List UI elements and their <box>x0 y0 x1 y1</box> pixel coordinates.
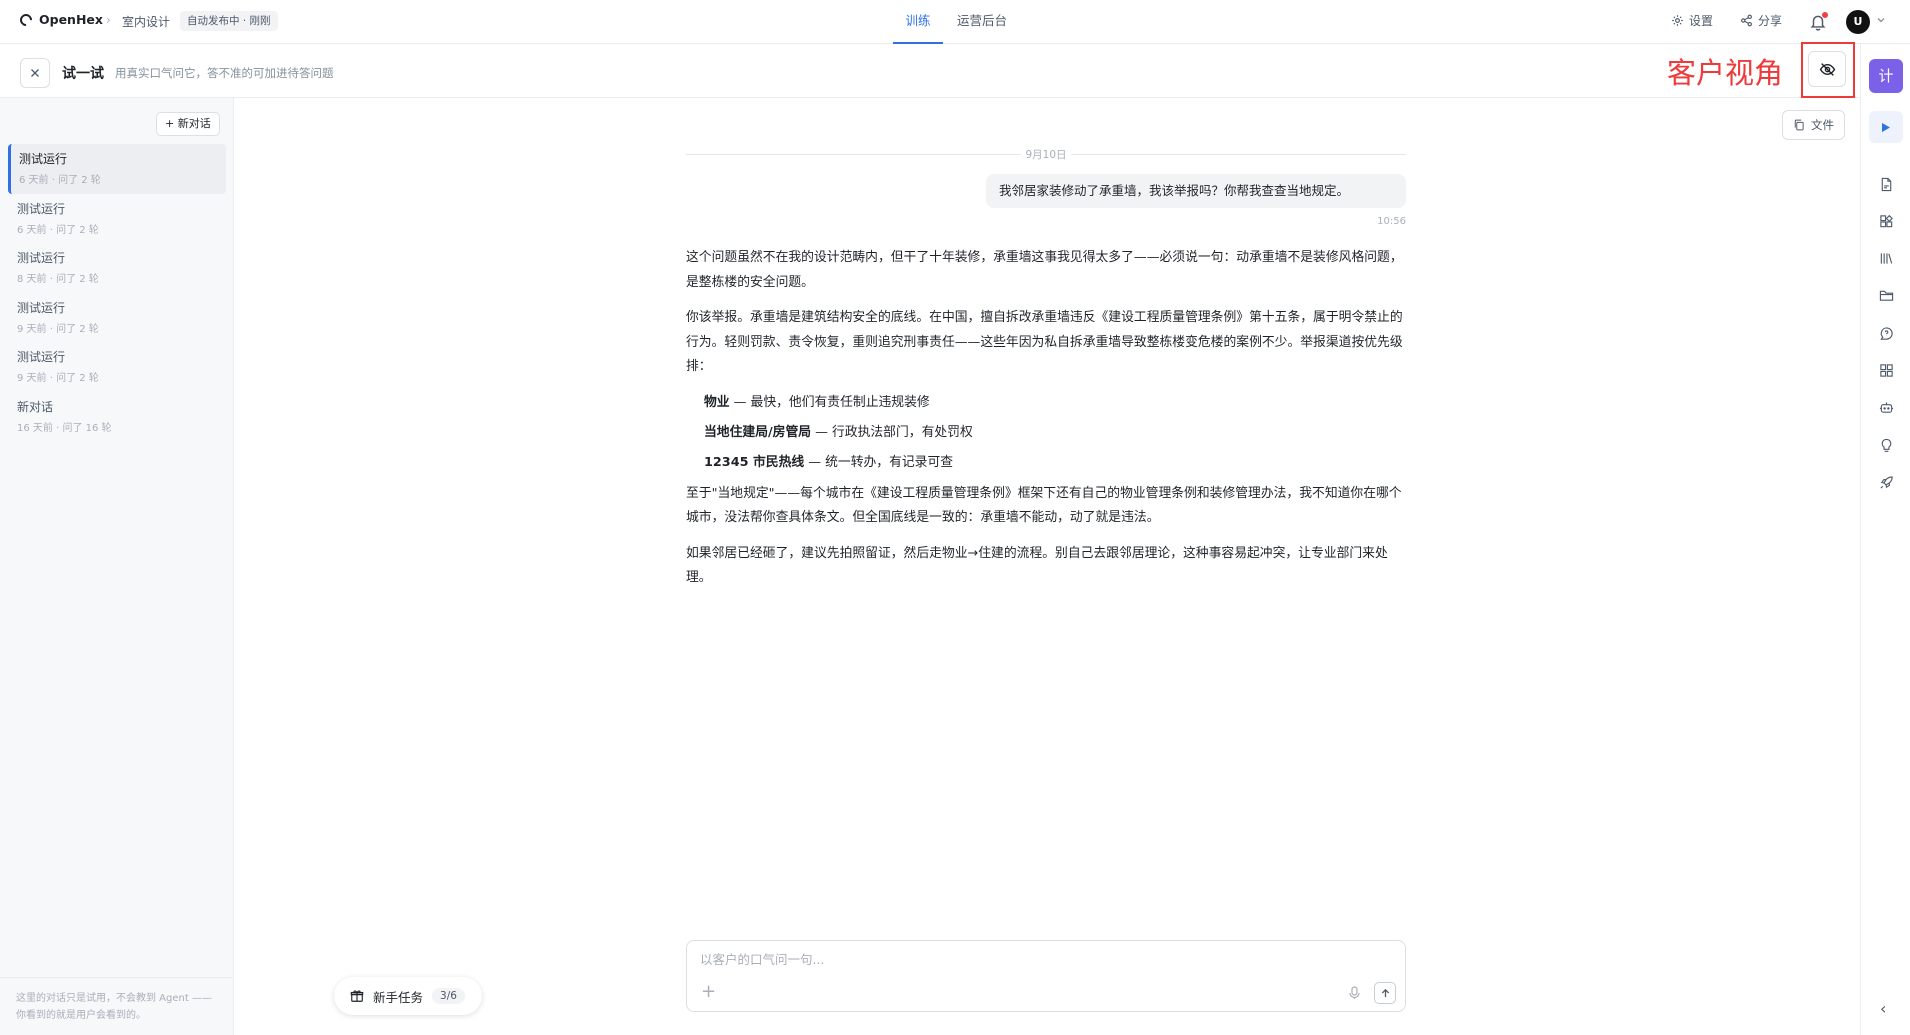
close-button[interactable] <box>20 58 50 88</box>
run-button[interactable] <box>1869 111 1903 143</box>
conversation-item[interactable]: 测试运行 6 天前 · 问了 2 轮 <box>8 194 226 244</box>
conversation-meta: 6 天前 · 问了 2 轮 <box>19 175 101 186</box>
eye-off-icon <box>1819 62 1835 76</box>
channel-name: 物业 <box>704 394 730 410</box>
conversation-sidebar: + 新对话 测试运行 6 天前 · 问了 2 轮 测试运行 6 天前 · 问了 … <box>0 98 234 1035</box>
channel-name: 12345 市民热线 <box>704 454 805 470</box>
gift-icon <box>350 990 364 1002</box>
reply-paragraph: 至于"当地规定"——每个城市在《建设工程质量管理条例》框架下还有自己的物业管理条… <box>686 485 1402 526</box>
avatar[interactable]: U <box>1846 10 1870 34</box>
reply-paragraph: 如果邻居已经砸了，建议先拍照留证，然后走物业→住建的流程。别自己去跟邻居理论，这… <box>686 545 1388 586</box>
conversation-title: 新对话 <box>17 399 54 414</box>
page-subtitle: 用真实口气问它，答不准的可加进待答问题 <box>115 66 334 80</box>
date-divider-text: 9月10日 <box>1025 149 1067 161</box>
reply-paragraph: 你该举报。承重墙是建筑结构安全的底线。在中国，擅自拆改承重墙违反《建设工程质量管… <box>686 310 1403 374</box>
calculator-button[interactable]: 计 <box>1869 59 1903 93</box>
bulb-icon[interactable] <box>1876 435 1896 455</box>
onboarding-tasks-label: 新手任务 <box>373 989 424 1005</box>
conversation-item[interactable]: 新对话 16 天前 · 问了 16 轮 <box>8 392 226 442</box>
share-icon <box>1741 14 1752 27</box>
gear-icon <box>1672 15 1683 26</box>
notifications-button[interactable] <box>1808 11 1828 31</box>
conversation-title: 测试运行 <box>19 152 68 166</box>
conversation-item[interactable]: 测试运行 9 天前 · 问了 2 轮 <box>8 342 226 392</box>
files-label: 文件 <box>1811 118 1834 132</box>
date-divider: 9月10日 <box>686 147 1406 161</box>
chevron-down-icon[interactable] <box>1876 15 1886 25</box>
notification-dot <box>1822 12 1828 18</box>
list-item: 12345 市民热线 — 统一转办，有记录可查 <box>704 451 1406 475</box>
conversation-item[interactable]: 测试运行 8 天前 · 问了 2 轮 <box>8 243 226 293</box>
chat-bubble-icon[interactable] <box>1876 323 1896 343</box>
conversation-title: 测试运行 <box>17 300 66 315</box>
conversation-meta: 9 天前 · 问了 2 轮 <box>17 323 99 335</box>
conversation-item[interactable]: 测试运行 6 天前 · 问了 2 轮 <box>8 144 226 194</box>
bot-icon[interactable] <box>1876 397 1896 417</box>
copy-file-icon <box>1794 119 1804 131</box>
reply-paragraph: 这个问题虽然不在我的设计范畴内，但干了十年装修，承重墙这事我见得太多了——必须说… <box>686 250 1403 290</box>
publish-status-badge: 自动发布中 · 刚刚 <box>180 11 278 31</box>
conversation-meta: 8 天前 · 问了 2 轮 <box>17 274 99 285</box>
rocket-icon[interactable] <box>1876 472 1896 492</box>
share-label: 分享 <box>1758 14 1783 28</box>
widgets-icon[interactable] <box>1876 211 1896 231</box>
message-input[interactable] <box>700 952 1390 967</box>
onboarding-tasks-count: 3/6 <box>432 988 465 1004</box>
plus-icon[interactable]: + <box>701 983 716 1001</box>
library-icon[interactable] <box>1876 248 1896 268</box>
arrow-up-icon <box>1381 988 1389 997</box>
conversation-meta: 6 天前 · 问了 2 轮 <box>17 224 99 236</box>
right-tool-rail: 计 ‹ <box>1860 44 1910 1035</box>
microphone-icon[interactable] <box>1349 986 1360 1000</box>
chevron-left-icon[interactable]: ‹ <box>1880 999 1886 1018</box>
sidebar-footer-note: 这里的对话只是试用，不会教到 Agent —— 你看到的就是用户会看到的。 <box>0 977 233 1024</box>
play-icon <box>1882 122 1890 132</box>
playground-header: 试一试 用真实口气问它，答不准的可加进待答问题 客户视角 <box>0 42 1860 98</box>
close-icon <box>31 69 39 77</box>
new-chat-button[interactable]: + 新对话 <box>156 112 220 136</box>
list-item: 当地住建局/房管局 — 行政执法部门，有处罚权 <box>704 421 1406 445</box>
customer-view-toggle[interactable] <box>1808 51 1846 87</box>
grid-icon[interactable] <box>1876 360 1896 380</box>
pdf-icon[interactable] <box>1876 174 1896 194</box>
top-bar: OpenHex › 室内设计 自动发布中 · 刚刚 训练 运营后台 设置 分享 … <box>0 0 1910 44</box>
customer-view-annotation: 客户视角 <box>1667 56 1784 90</box>
conversation-list: 测试运行 6 天前 · 问了 2 轮 测试运行 6 天前 · 问了 2 轮 测试… <box>8 144 226 441</box>
channel-desc: — 最快，他们有责任制止违规装修 <box>729 394 930 410</box>
openhex-logo-icon <box>17 11 35 28</box>
conversation-title: 测试运行 <box>17 201 66 216</box>
onboarding-tasks-button[interactable]: 新手任务 3/6 <box>334 977 482 1015</box>
report-channel-list: 物业 — 最快，他们有责任制止违规装修 当地住建局/房管局 — 行政执法部门，有… <box>704 391 1406 475</box>
list-item: 物业 — 最快，他们有责任制止违规装修 <box>704 391 1406 415</box>
conversation-meta: 16 天前 · 问了 16 轮 <box>17 422 112 434</box>
conversation-item[interactable]: 测试运行 9 天前 · 问了 2 轮 <box>8 293 226 343</box>
conversation-title: 测试运行 <box>17 251 66 265</box>
send-button[interactable] <box>1374 982 1396 1004</box>
settings-label: 设置 <box>1689 14 1714 28</box>
folder-icon[interactable] <box>1876 285 1896 305</box>
brand-name: OpenHex <box>39 12 103 27</box>
breadcrumb-app-name[interactable]: 室内设计 <box>122 13 170 30</box>
user-message: 我邻居家装修动了承重墙，我该举报吗？你帮我查查当地规定。 <box>986 174 1406 208</box>
page-title: 试一试 <box>62 66 104 82</box>
message-timestamp: 10:56 <box>1377 216 1406 227</box>
files-button[interactable]: 文件 <box>1782 110 1845 140</box>
channel-name: 当地住建局/房管局 <box>704 424 812 440</box>
tab-ops-backend[interactable]: 运营后台 <box>956 0 1008 44</box>
settings-button[interactable]: 设置 <box>1671 12 1713 29</box>
share-button[interactable]: 分享 <box>1740 12 1782 29</box>
brand[interactable]: OpenHex <box>17 11 103 28</box>
message-composer: + <box>686 940 1406 1012</box>
assistant-message: 这个问题虽然不在我的设计范畴内，但干了十年装修，承重墙这事我见得太多了——必须说… <box>686 246 1406 602</box>
conversation-title: 测试运行 <box>17 350 66 364</box>
channel-desc: — 行政执法部门，有处罚权 <box>811 424 973 440</box>
conversation-meta: 9 天前 · 问了 2 轮 <box>17 373 99 384</box>
breadcrumb-separator: › <box>106 13 111 27</box>
channel-desc: — 统一转办，有记录可查 <box>804 454 954 470</box>
tab-train[interactable]: 训练 <box>893 0 943 44</box>
